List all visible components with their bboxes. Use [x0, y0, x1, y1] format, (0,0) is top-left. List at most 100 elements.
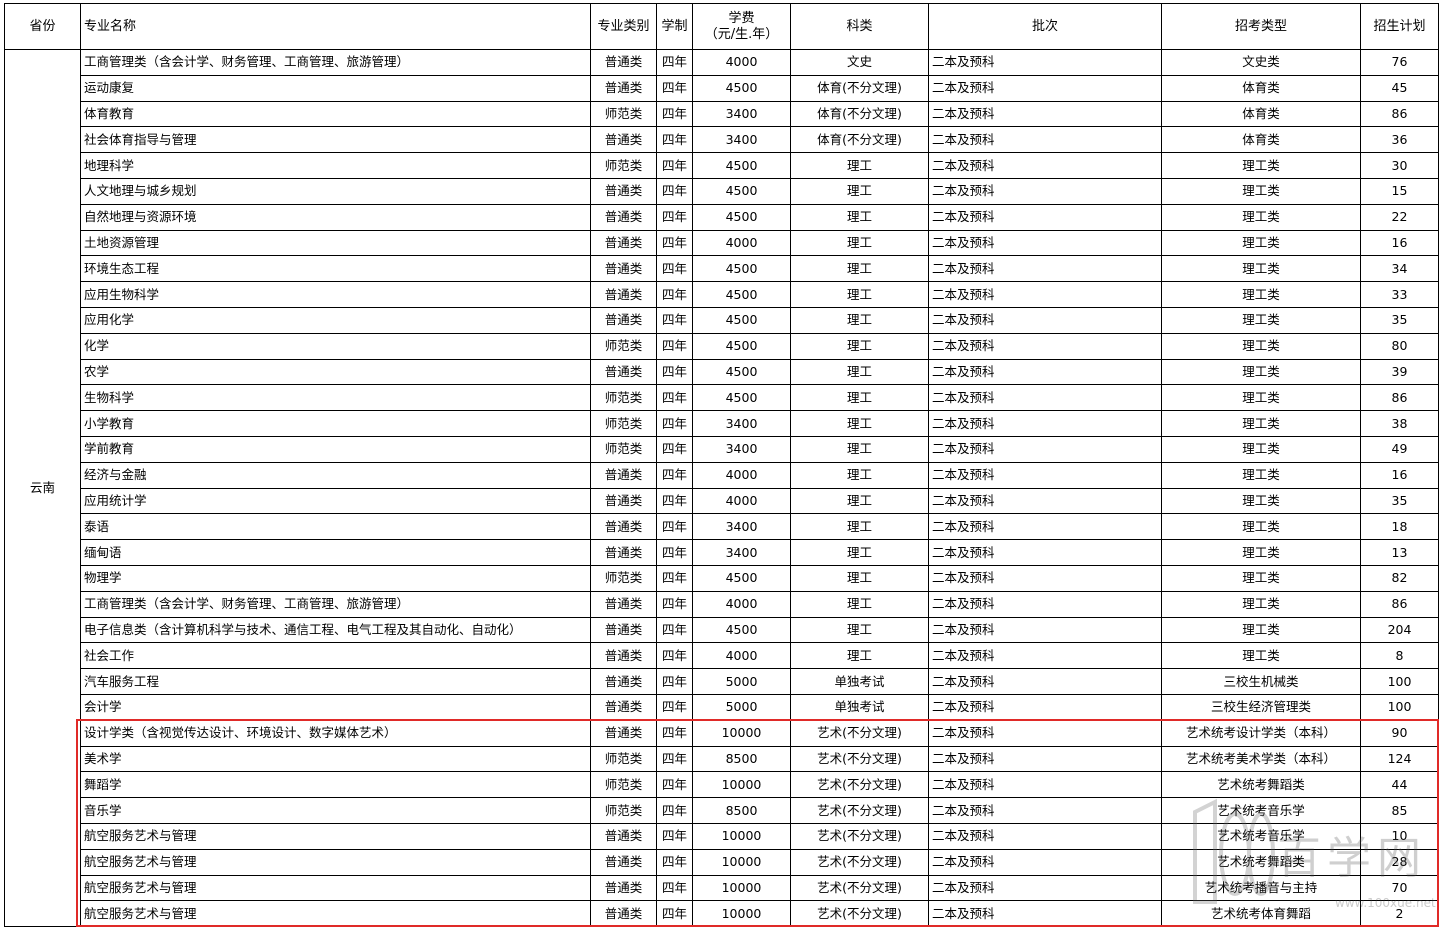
plan-cell: 36 [1360, 126, 1439, 154]
subject-cell: 体育(不分文理) [790, 126, 929, 154]
subject-cell: 理工 [790, 177, 929, 205]
fee-cell: 4000 [692, 49, 791, 76]
plan-cell: 45 [1360, 74, 1439, 102]
plan-cell: 16 [1360, 461, 1439, 489]
fee-cell: 8500 [692, 797, 791, 824]
fee-cell: 4500 [692, 177, 791, 205]
duration-cell: 四年 [656, 74, 693, 102]
category-cell: 普通类 [590, 874, 657, 902]
category-cell: 普通类 [590, 126, 657, 154]
batch-cell: 二本及预科 [928, 564, 1162, 592]
table-body: 云南 工商管理类（含会计学、财务管理、工商管理、旅游管理） 普通类 四年 4000 文史二… [4, 48, 1439, 928]
duration-cell: 四年 [656, 874, 693, 902]
table-row: 会计学 普通类 四年 5000 单独考试 二本及预科 三校生经济管理类 100 [5, 693, 1439, 721]
category-cell: 普通类 [590, 74, 657, 102]
category-cell: 普通类 [590, 693, 657, 721]
major-cell: 工商管理类（含会计学、财务管理、工商管理、旅游管理） [80, 590, 591, 618]
exam-type-cell: 理工类 [1161, 590, 1361, 618]
fee-cell: 10000 [692, 874, 791, 902]
plan-cell: 22 [1360, 203, 1439, 231]
plan-cell: 86 [1360, 100, 1439, 128]
fee-cell: 3400 [692, 410, 791, 437]
batch-cell: 二本及预科 [928, 848, 1162, 876]
table-row: 汽车服务工程 普通类 四年 5000 单独考试 二本及预科 三校生机械类 100 [5, 668, 1439, 695]
subject-cell: 理工 [790, 203, 929, 231]
exam-type-cell: 理工类 [1161, 203, 1361, 231]
batch-cell: 二本及预科 [928, 281, 1162, 308]
subject-cell: 理工 [790, 642, 929, 670]
subject-cell: 理工 [790, 487, 929, 515]
batch-cell: 二本及预科 [928, 229, 1162, 257]
plan-cell: 86 [1360, 384, 1439, 412]
subject-cell: 单独考试 [790, 693, 929, 721]
category-cell: 普通类 [590, 255, 657, 283]
batch-cell: 二本及预科 [928, 616, 1162, 644]
batch-cell: 二本及预科 [928, 435, 1162, 463]
major-cell: 人文地理与城乡规划 [80, 177, 591, 205]
table-row: 缅甸语 普通类 四年 3400 理工 二本及预科 理工类 13 [5, 539, 1439, 566]
category-cell: 普通类 [590, 822, 657, 850]
table-row: 工商管理类（含会计学、财务管理、工商管理、旅游管理） 普通类 四年 4000 理工 二本及… [5, 590, 1439, 618]
major-cell: 体育教育 [80, 100, 591, 128]
subject-cell: 艺术(不分文理) [790, 745, 929, 773]
fee-cell: 4500 [692, 281, 791, 308]
header-major: 专业名称 [80, 3, 591, 50]
header-subject: 科类 [790, 3, 929, 50]
major-cell: 舞蹈学 [80, 771, 591, 799]
batch-cell: 二本及预科 [928, 642, 1162, 670]
duration-cell: 四年 [656, 693, 693, 721]
table-row: 学前教育 师范类 四年 3400 理工 二本及预科 理工类 49 [5, 435, 1439, 463]
fee-cell: 10000 [692, 900, 791, 928]
fee-cell: 4500 [692, 74, 791, 102]
subject-cell: 艺术(不分文理) [790, 848, 929, 876]
subject-cell: 体育(不分文理) [790, 100, 929, 128]
exam-type-cell: 理工类 [1161, 358, 1361, 386]
batch-cell: 二本及预科 [928, 874, 1162, 902]
duration-cell: 四年 [656, 255, 693, 283]
major-cell: 电子信息类（含计算机科学与技术、通信工程、电气工程及其自动化、自动化） [80, 616, 591, 644]
subject-cell: 理工 [790, 590, 929, 618]
header-fee-line2: （元/生.年） [704, 26, 779, 42]
category-cell: 普通类 [590, 49, 657, 76]
major-cell: 物理学 [80, 564, 591, 592]
batch-cell: 二本及预科 [928, 900, 1162, 928]
duration-cell: 四年 [656, 332, 693, 360]
subject-cell: 理工 [790, 152, 929, 179]
header-fee: 学费 （元/生.年） [692, 3, 791, 50]
subject-cell: 艺术(不分文理) [790, 874, 929, 902]
subject-cell: 理工 [790, 306, 929, 334]
exam-type-cell: 艺术统考舞蹈类 [1161, 848, 1361, 876]
table-row: 自然地理与资源环境 普通类 四年 4500 理工 二本及预科 理工类 22 [5, 203, 1439, 231]
enrollment-plan-table: 省份 专业名称 专业类别 学制 学费 （元/生.年） 科类 批次 招考类型 招生… [4, 3, 1439, 928]
exam-type-cell: 理工类 [1161, 410, 1361, 437]
duration-cell: 四年 [656, 771, 693, 799]
header-duration: 学制 [656, 3, 693, 50]
table-row: 运动康复 普通类 四年 4500 体育(不分文理) 二本及预科 体育类 45 [5, 74, 1439, 102]
exam-type-cell: 理工类 [1161, 513, 1361, 541]
exam-type-cell: 艺术统考播音与主持 [1161, 874, 1361, 902]
duration-cell: 四年 [656, 306, 693, 334]
category-cell: 普通类 [590, 461, 657, 489]
major-cell: 音乐学 [80, 797, 591, 824]
duration-cell: 四年 [656, 590, 693, 618]
plan-cell: 13 [1360, 539, 1439, 566]
exam-type-cell: 艺术统考音乐学 [1161, 822, 1361, 850]
subject-cell: 理工 [790, 410, 929, 437]
major-cell: 航空服务艺术与管理 [80, 848, 591, 876]
subject-cell: 艺术(不分文理) [790, 822, 929, 850]
subject-cell: 理工 [790, 358, 929, 386]
plan-cell: 204 [1360, 616, 1439, 644]
exam-type-cell: 理工类 [1161, 564, 1361, 592]
fee-cell: 4000 [692, 487, 791, 515]
table-row: 航空服务艺术与管理 普通类 四年 10000 艺术(不分文理) 二本及预科 艺术统考舞蹈类 2… [5, 848, 1439, 876]
batch-cell: 二本及预科 [928, 487, 1162, 515]
category-cell: 师范类 [590, 745, 657, 773]
fee-cell: 3400 [692, 100, 791, 128]
header-fee-line1: 学费 [728, 10, 755, 26]
batch-cell: 二本及预科 [928, 822, 1162, 850]
category-cell: 师范类 [590, 564, 657, 592]
major-cell: 社会工作 [80, 642, 591, 670]
duration-cell: 四年 [656, 900, 693, 928]
batch-cell: 二本及预科 [928, 100, 1162, 128]
major-cell: 航空服务艺术与管理 [80, 822, 591, 850]
